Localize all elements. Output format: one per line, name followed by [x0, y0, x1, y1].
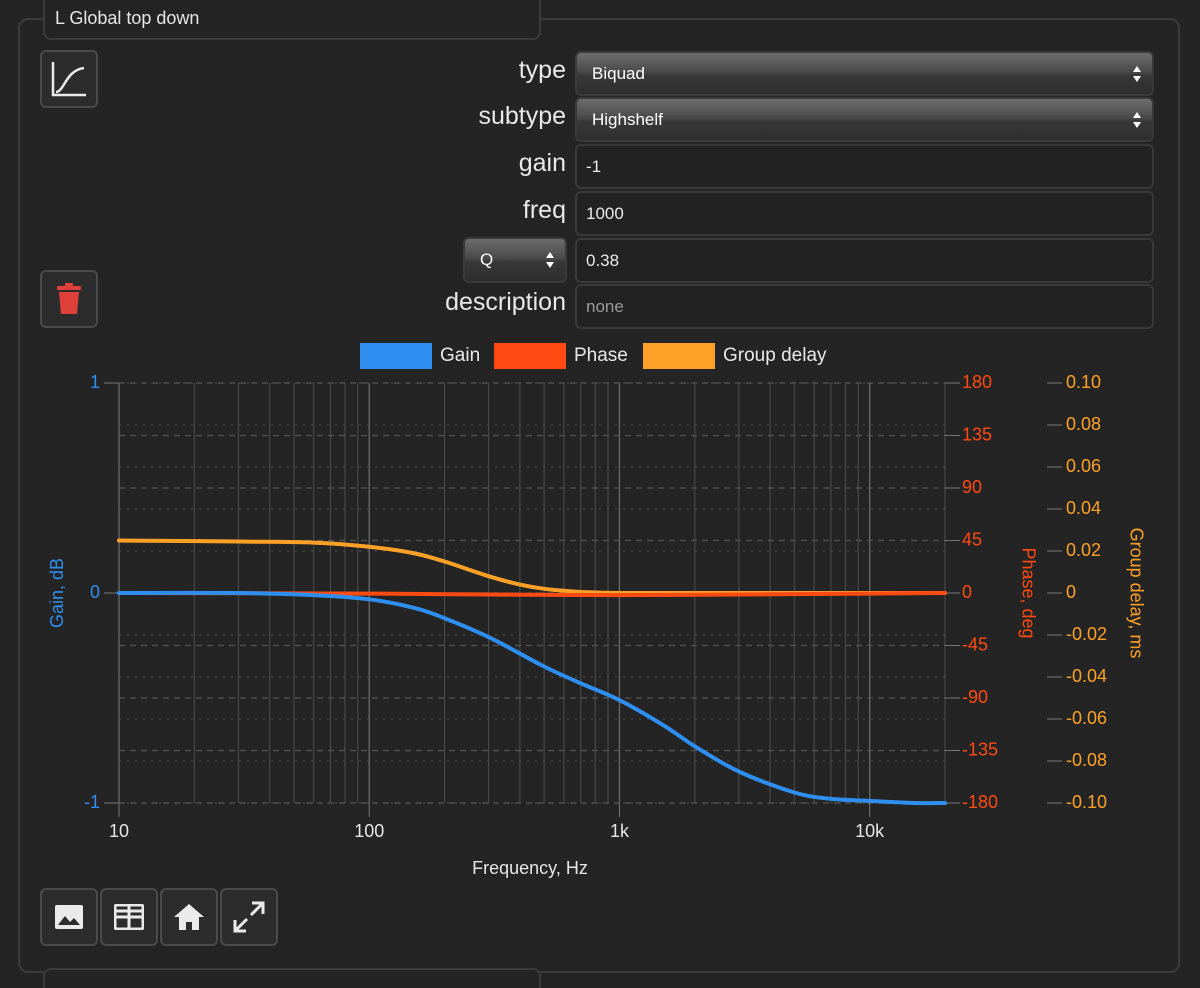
delay-tick-label: 0.08: [1066, 414, 1101, 434]
gain-tick-label: 0: [90, 582, 100, 602]
x-axis-label: Frequency, Hz: [472, 858, 588, 878]
phase-tick-label: 0: [962, 582, 972, 602]
expand-icon: [233, 901, 265, 933]
phase-tick-label: 135: [962, 424, 992, 444]
delay-axis-label: Group delay, ms: [1126, 528, 1146, 659]
delay-tick-label: 0.10: [1066, 372, 1101, 392]
x-tick-label: 100: [354, 821, 384, 841]
table-view-button[interactable]: [100, 888, 158, 946]
phase-tick-label: -180: [962, 792, 998, 812]
phase-axis-label: Phase, deg: [1018, 547, 1038, 638]
phase-tick-label: 90: [962, 477, 982, 497]
delay-tick-label: -0.10: [1066, 792, 1107, 812]
delay-tick-label: 0: [1066, 582, 1076, 602]
gain-tick-label: -1: [84, 792, 100, 812]
gain-axis-label: Gain, dB: [47, 558, 67, 628]
delay-tick-label: -0.02: [1066, 624, 1107, 644]
frequency-response-chart[interactable]: 10-118013590450-45-90-135-1800.100.080.0…: [0, 0, 1200, 979]
save-image-button[interactable]: [40, 888, 98, 946]
home-icon: [174, 904, 204, 930]
gain-tick-label: 1: [90, 372, 100, 392]
phase-tick-label: -45: [962, 634, 988, 654]
x-tick-label: 10: [109, 821, 129, 841]
delay-tick-label: 0.04: [1066, 498, 1101, 518]
phase-tick-label: -90: [962, 687, 988, 707]
x-tick-label: 10k: [855, 821, 885, 841]
home-button[interactable]: [160, 888, 218, 946]
expand-button[interactable]: [220, 888, 278, 946]
phase-tick-label: -135: [962, 739, 998, 759]
delay-tick-label: -0.04: [1066, 666, 1107, 686]
delay-tick-label: 0.02: [1066, 540, 1101, 560]
delay-tick-label: -0.08: [1066, 750, 1107, 770]
series-line-group-delay: [117, 538, 947, 596]
delay-tick-label: -0.06: [1066, 708, 1107, 728]
delay-tick-label: 0.06: [1066, 456, 1101, 476]
x-tick-label: 1k: [610, 821, 630, 841]
phase-tick-label: 45: [962, 529, 982, 549]
phase-tick-label: 180: [962, 372, 992, 392]
table-icon: [114, 904, 144, 930]
image-icon: [55, 905, 83, 929]
